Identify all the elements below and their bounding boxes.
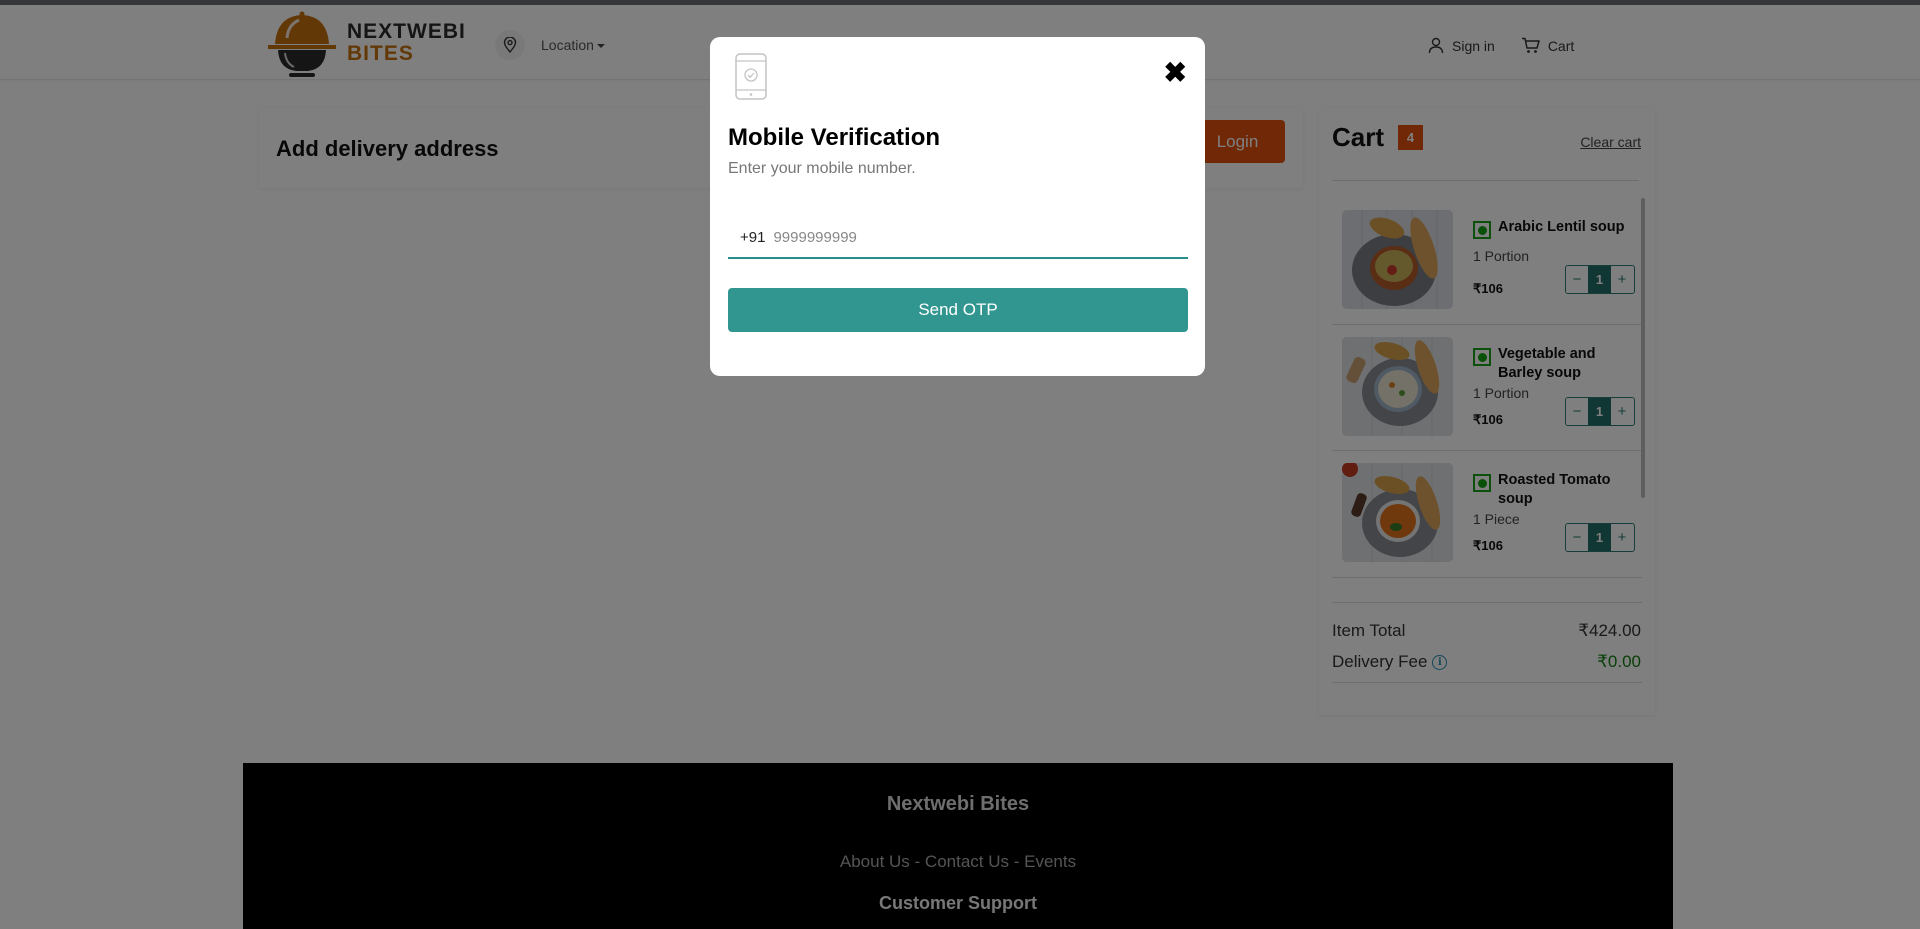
close-icon[interactable]: ✖: [1164, 59, 1187, 87]
mobile-verification-modal: ✖ Mobile Verification Enter your mobile …: [710, 37, 1205, 376]
modal-title: Mobile Verification: [728, 124, 941, 151]
send-otp-button[interactable]: Send OTP: [728, 288, 1188, 332]
mobile-verified-icon: [735, 53, 767, 105]
phone-field: +91: [728, 217, 1188, 259]
mobile-number-input[interactable]: [773, 228, 1188, 246]
modal-subtitle: Enter your mobile number.: [728, 160, 916, 177]
country-code: +91: [740, 228, 766, 246]
